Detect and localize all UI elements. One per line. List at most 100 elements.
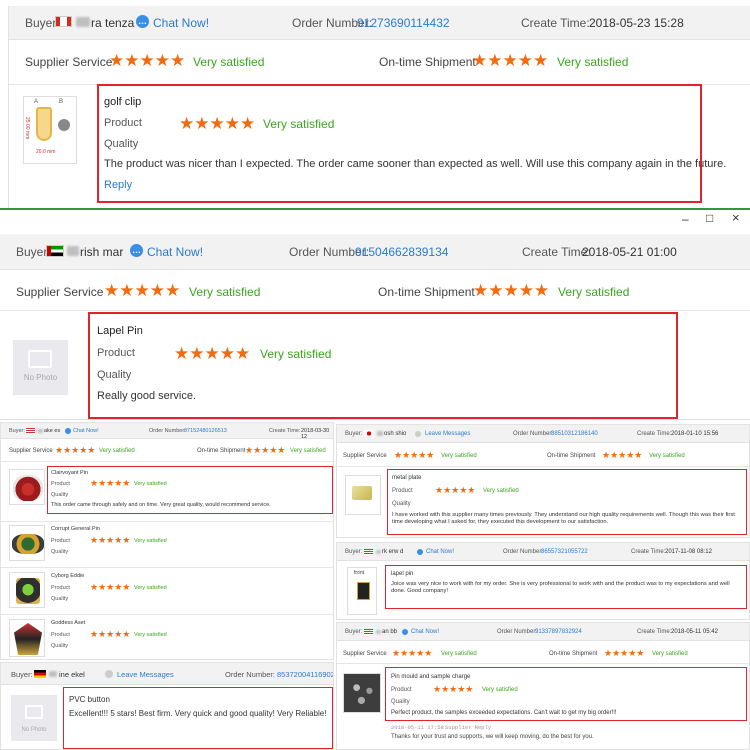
review-header: Buyer: ine ekel Leave Messages Order Num…: [1, 663, 333, 685]
pin-image: [16, 578, 40, 604]
chat-now-link[interactable]: Chat Now!: [411, 629, 439, 635]
product-thumbnail[interactable]: [9, 525, 45, 561]
supplier-reply-label: Supplier Reply: [445, 724, 492, 731]
ontime-shipment-stars: ★★★★★: [604, 648, 645, 658]
minimize-icon[interactable]: –: [682, 212, 689, 226]
order-number-link[interactable]: 91337897832924: [535, 629, 582, 635]
leave-messages-link[interactable]: Leave Messages: [117, 670, 174, 679]
buyer-name: ra tenza: [91, 16, 135, 30]
ontime-shipment-rating: Very satisfied: [557, 55, 629, 69]
order-number-label: Order Number:: [497, 629, 538, 635]
flag-japan-icon: [364, 430, 374, 437]
ontime-shipment-label: On-time Shipment: [547, 453, 596, 459]
supplier-service-label: Supplier Service: [343, 453, 387, 459]
no-photo-placeholder: No Photo: [11, 695, 57, 741]
buyer-label: Buyer:: [345, 549, 363, 555]
ontime-shipment-rating: Very satisfied: [652, 651, 688, 657]
no-photo-label: No Photo: [23, 373, 58, 382]
order-number-link[interactable]: 88510312186140: [551, 431, 598, 437]
product-thumbnail[interactable]: [9, 619, 45, 657]
create-time-label: Create Time:: [637, 431, 672, 437]
create-time: 2018-05-21 01:00: [582, 245, 677, 259]
supplier-service-stars: ★★★★★: [394, 450, 435, 460]
chat-icon[interactable]: [65, 428, 71, 434]
ontime-shipment-rating: Very satisfied: [290, 448, 326, 454]
chat-now-link[interactable]: Chat Now!: [426, 549, 454, 555]
product-label: Product: [104, 117, 142, 129]
product-label: Product: [51, 481, 70, 487]
buyer-name-redaction: [376, 550, 381, 554]
review-comment: Excellent!!! 5 stars! Best firm. Very qu…: [69, 709, 327, 718]
maximize-icon[interactable]: □: [706, 211, 713, 225]
review-header: Buyer: osh shio Leave Messages Order Num…: [337, 425, 749, 443]
buyer-name: ake es: [44, 428, 61, 434]
chat-icon[interactable]: [402, 629, 408, 635]
product-stars: ★★★★★: [90, 478, 131, 488]
message-icon[interactable]: [105, 670, 113, 678]
ontime-shipment-stars: ★★★★★: [245, 445, 286, 455]
flag-usa-icon: [364, 549, 373, 555]
reply-link[interactable]: Reply: [104, 179, 132, 191]
order-number-link[interactable]: 91273690114432: [357, 16, 450, 30]
chat-icon[interactable]: [417, 549, 423, 555]
product-title: Pin mould and sample charge: [391, 674, 471, 680]
buyer-name-redaction: [376, 630, 381, 634]
chat-icon[interactable]: …: [130, 244, 143, 257]
create-time: 2018-05-11 05:42: [671, 629, 718, 635]
product-thumbnail[interactable]: [343, 673, 381, 713]
product-rating: Very satisfied: [263, 117, 335, 131]
close-icon[interactable]: ×: [732, 210, 740, 225]
product-rating: Very satisfied: [134, 632, 167, 638]
message-icon[interactable]: [415, 431, 421, 437]
ontime-shipment-rating: Very satisfied: [649, 453, 685, 459]
pin-image: [13, 475, 43, 501]
supplier-service-rating: Very satisfied: [441, 651, 477, 657]
image-placeholder-icon: [28, 350, 52, 368]
flag-canada-icon: [55, 16, 72, 27]
buyer-name: an bb: [382, 629, 398, 635]
item-title: Corrupt General Pin: [51, 526, 100, 532]
product-title: Lapel Pin: [97, 325, 143, 337]
ontime-shipment-stars: ★★★★★: [602, 450, 643, 460]
product-thumbnail[interactable]: [9, 469, 45, 505]
product-rating: Very satisfied: [134, 585, 167, 591]
order-number-link[interactable]: 87152480126513: [184, 428, 227, 434]
supplier-service-stars: ★★★★★: [104, 281, 181, 300]
create-time-label: Create Time:: [269, 428, 301, 434]
create-time: 2018-03-30 12: [301, 428, 330, 440]
order-number-link[interactable]: 91504662839134: [355, 245, 448, 259]
review-comment: The product was nicer than I expected. T…: [104, 158, 727, 170]
order-number-link[interactable]: 86557321055722: [541, 549, 588, 555]
no-photo-label: No Photo: [21, 727, 47, 733]
ontime-shipment-label: On-time Shipment: [378, 285, 475, 299]
chat-now-link[interactable]: Chat Now!: [73, 428, 99, 434]
order-number-link[interactable]: 85372004116902: [277, 670, 333, 679]
chat-icon[interactable]: …: [136, 15, 149, 28]
product-title: PVC button: [69, 695, 110, 704]
review-card-5: Buyer: osh shio Leave Messages Order Num…: [336, 424, 750, 538]
review-header: Buyer: rish mar … Chat Now! Order Number…: [0, 234, 750, 270]
create-time-label: Create Time:: [637, 629, 672, 635]
product-title: metal plate: [392, 475, 422, 481]
review-card-6: Buyer: rk erw d Chat Now! Order Number: …: [336, 542, 750, 620]
chat-now-link[interactable]: Chat Now!: [153, 16, 209, 30]
item-title: Cyborg Eddie: [51, 573, 85, 579]
buyer-label: Buyer:: [345, 431, 363, 437]
create-time-label: Create Time:: [522, 245, 591, 259]
leave-messages-link[interactable]: Leave Messages: [425, 431, 470, 437]
product-thumbnail[interactable]: [345, 475, 381, 515]
ontime-shipment-rating: Very satisfied: [558, 285, 630, 299]
order-number-label: Order Number:: [513, 431, 554, 437]
no-photo-placeholder: No Photo: [13, 340, 68, 395]
chat-now-link[interactable]: Chat Now!: [147, 245, 203, 259]
thumb-label: front: [354, 570, 365, 576]
flag-germany-icon: [34, 670, 46, 678]
buyer-name-redaction: [37, 429, 43, 433]
product-stars: ★★★★★: [90, 582, 131, 592]
ontime-shipment-label: On-time Shipment: [197, 448, 246, 454]
review-card-7: Buyer: an bb Chat Now! Order Number: 913…: [336, 622, 750, 750]
product-thumbnail[interactable]: [9, 572, 45, 608]
product-thumbnail[interactable]: front: [347, 567, 377, 615]
product-thumbnail[interactable]: A B 25.00 mm 20.0 mm: [23, 96, 77, 164]
supplier-service-label: Supplier Service: [9, 448, 53, 454]
